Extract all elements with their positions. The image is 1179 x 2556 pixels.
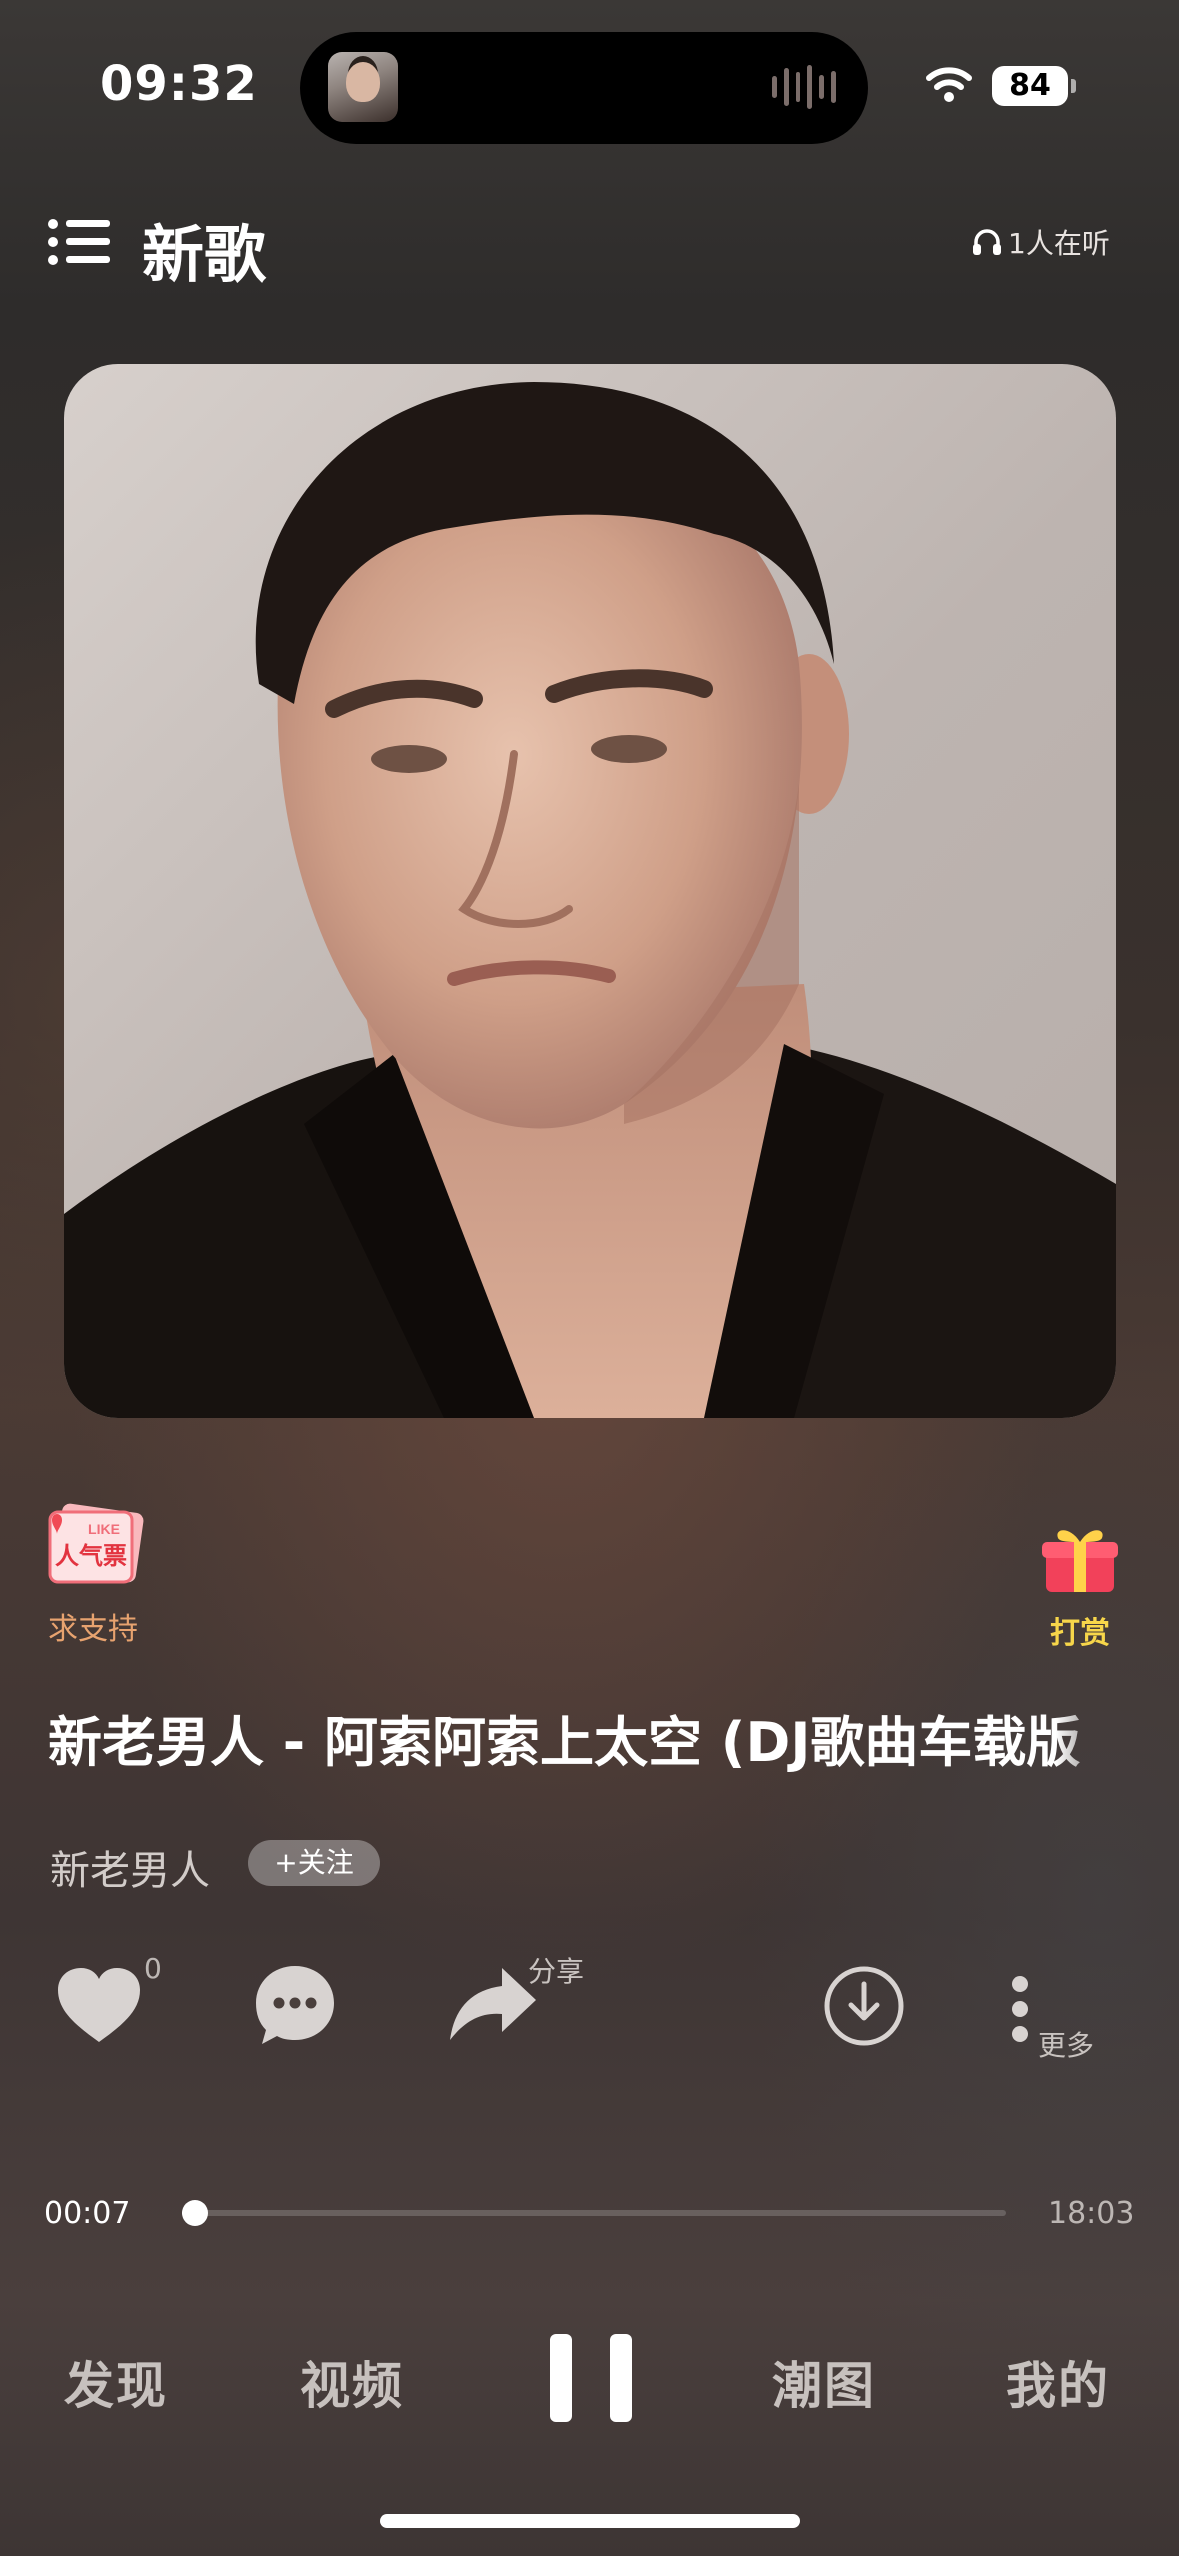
progress-knob[interactable] [182,2200,208,2226]
pause-icon[interactable] [544,2334,634,2424]
nav-mine[interactable]: 我的 [1006,2346,1110,2418]
support-badge-text: 人气票 [55,1542,127,1570]
support-label[interactable]: 求支持 [48,1604,138,1648]
follow-button[interactable]: +关注 [248,1840,380,1886]
like-count: 0 [144,1952,162,1985]
battery-indicator: 84 [992,66,1076,106]
support-badge-en: LIKE [88,1521,120,1537]
song-title: 新老男人 - 阿索阿索上太空 (DJ歌曲车载版 [48,1711,1081,1774]
share-icon[interactable] [446,1964,540,2044]
album-cover[interactable] [64,364,1116,1418]
page-title: 新歌 [142,218,267,291]
now-playing-thumbnail [328,52,398,122]
nav-trend[interactable]: 潮图 [772,2346,876,2418]
listener-count-label: 1人在听 [1008,227,1110,260]
heart-icon[interactable] [54,1966,144,2046]
status-time: 09:32 [100,56,258,112]
artist-name[interactable]: 新老男人 [50,1838,210,1896]
album-cover-art [64,382,1116,1418]
current-time: 00:07 [44,2196,131,2231]
nav-discover[interactable]: 发现 [64,2346,168,2418]
gift-icon[interactable] [1040,1522,1120,1594]
nav-video[interactable]: 视频 [300,2346,404,2418]
total-time: 18:03 [1048,2196,1135,2231]
wifi-icon [926,67,972,102]
popularity-ticket-icon[interactable]: LIKE 人气票 [44,1502,144,1586]
more-label[interactable]: 更多 [1038,2024,1094,2064]
home-indicator [380,2514,800,2528]
headphones-icon [973,229,1001,255]
download-icon[interactable] [822,1964,906,2048]
gift-label[interactable]: 打赏 [1050,1608,1110,1652]
listener-count[interactable]: 1人在听 [972,222,1110,262]
share-label[interactable]: 分享 [528,1950,584,1990]
audio-waveform-icon [772,64,836,110]
more-dots-icon[interactable] [1008,1974,1032,2044]
menu-icon[interactable] [48,218,110,266]
comment-icon[interactable] [252,1962,338,2048]
progress-track[interactable] [182,2210,1006,2216]
